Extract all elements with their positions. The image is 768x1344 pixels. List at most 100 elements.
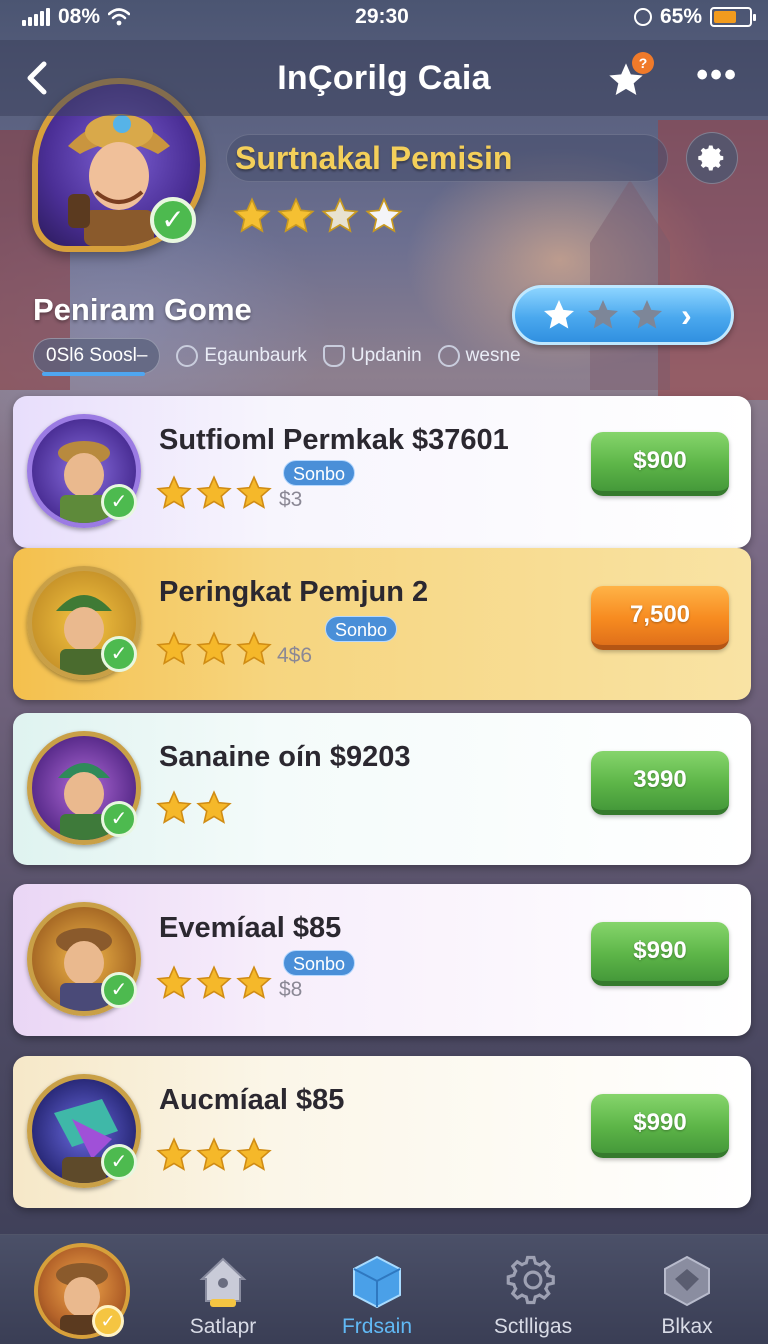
star-icon [156, 1137, 192, 1171]
item-rating [155, 474, 273, 512]
cube-icon [348, 1253, 406, 1311]
item-tag: Sonbo [283, 460, 356, 486]
star-icon [321, 197, 359, 233]
star-icon [233, 197, 271, 233]
filter-tab[interactable]: Updanin [322, 345, 422, 367]
coin-icon [176, 345, 199, 367]
filter-label: 0Sl6 Soosl– [46, 345, 148, 366]
nav-item-sctlligas[interactable]: Sctlligas [458, 1235, 608, 1344]
clock: 29:30 [355, 5, 409, 28]
chevron-left-icon [27, 61, 47, 95]
nav-label: Satlapr [189, 1315, 257, 1338]
star-icon [156, 475, 192, 509]
buy-button[interactable]: $900 [591, 432, 729, 496]
item-title: Peringkat Pemjun 2 [159, 576, 429, 608]
nav-item-frdsain[interactable]: Frdsain [302, 1235, 452, 1344]
star-icon [277, 197, 315, 233]
battery-icon [710, 7, 756, 27]
buy-button[interactable]: $990 [591, 922, 729, 986]
star-icon [632, 300, 662, 329]
status-bar: 08% 29:30 65% [0, 0, 768, 34]
notification-badge: ? [632, 52, 654, 74]
alarm-icon [633, 8, 652, 26]
filter-tab-active[interactable]: 0Sl6 Soosl– [33, 338, 161, 376]
buy-button[interactable]: 7,500 [591, 586, 729, 650]
nav-label: Blkax [661, 1315, 713, 1338]
star-icon [236, 475, 272, 509]
star-icon [156, 631, 192, 665]
back-button[interactable] [22, 58, 62, 98]
list-item[interactable]: ✓ Peringkat Pemjun 2 Sonbo 4$6 7,500 [13, 548, 751, 700]
shield-icon [322, 345, 345, 367]
wifi-icon [108, 8, 131, 26]
item-subtext: 4$6 [277, 644, 313, 667]
star-icon [196, 790, 232, 824]
item-rating [155, 630, 273, 668]
section-title: Peniram Gome [33, 292, 252, 327]
leaf-icon [437, 345, 460, 367]
item-rating [155, 1136, 273, 1174]
star-icon [196, 631, 232, 665]
item-subtext: $8 [279, 978, 303, 1001]
filter-label: Egaunbaurk [204, 345, 307, 366]
house-icon [194, 1253, 252, 1311]
list-item[interactable]: ✓ Sutfioml Permkak $37601 Sonbo $3 $900 [13, 396, 751, 548]
filter-label: Updanin [350, 345, 422, 366]
favorite-button[interactable]: ? [604, 52, 654, 100]
app-header: InÇorilg Caia ? ••• [0, 40, 768, 116]
item-tag: Sonbo [283, 950, 356, 976]
gear-icon [698, 145, 724, 171]
star-icon [588, 300, 618, 329]
hero-name: Surtnakal Pemisin [235, 139, 513, 176]
buy-button[interactable]: 3990 [591, 751, 729, 815]
item-title: Aucmíaal $85 [159, 1084, 345, 1116]
item-title: Sutfioml Permkak $37601 [159, 424, 509, 456]
list-item[interactable]: ✓ Sanaine oín $9203 3990 [13, 713, 751, 865]
verified-check-icon: ✓ [101, 972, 137, 1008]
buy-button[interactable]: $990 [591, 1094, 729, 1158]
item-tag: Sonbo [325, 616, 398, 642]
signal-icon [22, 8, 50, 26]
battery-fill [714, 11, 737, 23]
star-icon [196, 475, 232, 509]
box-icon [658, 1253, 716, 1311]
verified-check-icon: ✓ [101, 801, 137, 837]
item-rating [155, 964, 273, 1002]
list-item[interactable]: ✓ Aucmíaal $85 $990 [13, 1056, 751, 1208]
nav-label: Frdsain [341, 1315, 413, 1338]
star-icon [236, 631, 272, 665]
verified-check-icon: ✓ [101, 1144, 137, 1180]
list-item[interactable]: ✓ Evemíaal $85 Sonbo $8 $990 [13, 884, 751, 1036]
star-icon [365, 197, 403, 233]
page-title: InÇorilg Caia [277, 58, 491, 97]
item-title: Sanaine oín $9203 [159, 741, 411, 773]
gear-icon [504, 1253, 562, 1311]
verified-check-icon: ✓ [101, 484, 137, 520]
signal-label: 08% [58, 5, 101, 28]
star-icon [236, 1137, 272, 1171]
bottom-nav: ✓ Satlapr Frdsain Sctlligas Blkax [0, 1234, 768, 1344]
star-icon [544, 300, 574, 329]
nav-item-blkax[interactable]: Blkax [612, 1235, 762, 1344]
nav-item-satlapr[interactable]: Satlapr [148, 1235, 298, 1344]
more-options-button[interactable]: ••• [696, 58, 738, 92]
star-icon [196, 965, 232, 999]
battery-label: 65% [659, 5, 702, 28]
star-icon [156, 790, 192, 824]
star-icon [156, 965, 192, 999]
chevron-right-icon: › [681, 296, 692, 333]
filter-tab[interactable]: wesne [437, 345, 521, 367]
settings-button[interactable] [686, 132, 738, 184]
item-subtext: $3 [279, 488, 303, 511]
verified-check-icon: ✓ [92, 1305, 124, 1337]
rate-button[interactable]: › [512, 285, 734, 345]
filter-tab[interactable]: Egaunbaurk [176, 345, 307, 367]
filter-row: 0Sl6 Soosl– Egaunbaurk Updanin wesne [33, 337, 521, 376]
verified-check-icon: ✓ [101, 636, 137, 672]
verified-check-icon: ✓ [150, 197, 196, 243]
hero-rating [232, 196, 404, 236]
nav-label: Sctlligas [493, 1315, 573, 1338]
star-icon [196, 1137, 232, 1171]
star-icon [236, 965, 272, 999]
item-rating [155, 789, 233, 827]
